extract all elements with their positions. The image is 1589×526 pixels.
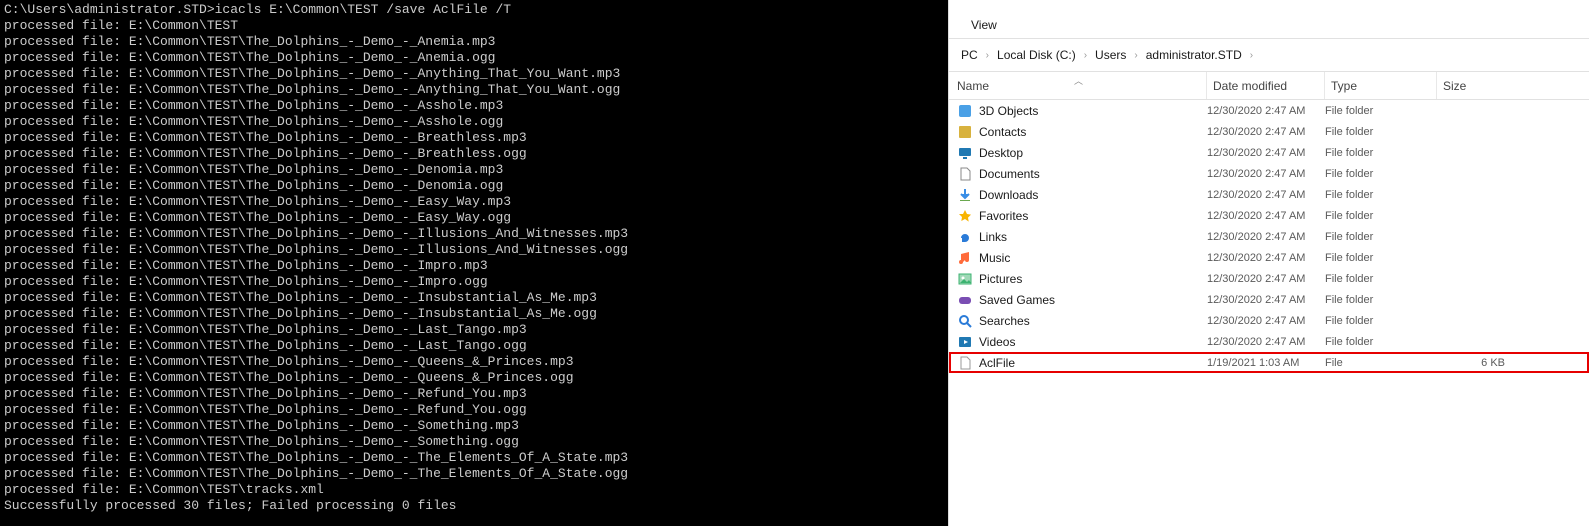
breadcrumb-item[interactable]: administrator.STD xyxy=(1142,44,1246,66)
file-name-label: Searches xyxy=(979,314,1030,328)
file-type-cell: File folder xyxy=(1325,126,1437,138)
file-type-cell: File folder xyxy=(1325,210,1437,222)
file-date-cell: 12/30/2020 2:47 AM xyxy=(1207,336,1325,348)
file-row[interactable]: Saved Games 12/30/2020 2:47 AMFile folder xyxy=(949,289,1589,310)
file-type-cell: File xyxy=(1325,357,1437,369)
chevron-right-icon: › xyxy=(1080,50,1091,61)
down-icon xyxy=(957,187,973,203)
file-type-cell: File folder xyxy=(1325,231,1437,243)
file-date-cell: 12/30/2020 2:47 AM xyxy=(1207,315,1325,327)
3d-icon xyxy=(957,103,973,119)
file-date-cell: 12/30/2020 2:47 AM xyxy=(1207,252,1325,264)
file-explorer: View PC›Local Disk (C:)›Users›administra… xyxy=(948,0,1589,526)
file-name-label: AclFile xyxy=(979,356,1015,370)
file-name-label: Music xyxy=(979,251,1010,265)
command-prompt[interactable]: C:\Users\administrator.STD>icacls E:\Com… xyxy=(0,0,948,526)
column-headers: ︿ Name Date modified Type Size xyxy=(949,72,1589,100)
file-name-cell: 3D Objects xyxy=(957,103,1207,119)
game-icon xyxy=(957,292,973,308)
file-name-label: Downloads xyxy=(979,188,1038,202)
file-date-cell: 12/30/2020 2:47 AM xyxy=(1207,105,1325,117)
file-date-cell: 12/30/2020 2:47 AM xyxy=(1207,126,1325,138)
file-type-cell: File folder xyxy=(1325,315,1437,327)
file-row[interactable]: Documents 12/30/2020 2:47 AMFile folder xyxy=(949,163,1589,184)
file-row[interactable]: Videos 12/30/2020 2:47 AMFile folder xyxy=(949,331,1589,352)
file-name-cell: Searches xyxy=(957,313,1207,329)
file-row[interactable]: Favorites 12/30/2020 2:47 AMFile folder xyxy=(949,205,1589,226)
file-name-cell: Favorites xyxy=(957,208,1207,224)
breadcrumb[interactable]: PC›Local Disk (C:)›Users›administrator.S… xyxy=(949,38,1589,72)
music-icon xyxy=(957,250,973,266)
file-type-cell: File folder xyxy=(1325,189,1437,201)
file-name-label: Favorites xyxy=(979,209,1028,223)
file-row[interactable]: Music 12/30/2020 2:47 AMFile folder xyxy=(949,247,1589,268)
file-type-cell: File folder xyxy=(1325,252,1437,264)
file-name-cell: Music xyxy=(957,250,1207,266)
file-row[interactable]: Desktop 12/30/2020 2:47 AMFile folder xyxy=(949,142,1589,163)
sort-arrow-icon: ︿ xyxy=(1074,74,1083,87)
file-list[interactable]: 3D Objects12/30/2020 2:47 AMFile folderC… xyxy=(949,100,1589,526)
file-name-cell: AclFile xyxy=(957,355,1207,371)
file-date-cell: 12/30/2020 2:47 AM xyxy=(1207,189,1325,201)
file-type-cell: File folder xyxy=(1325,336,1437,348)
file-name-cell: Saved Games xyxy=(957,292,1207,308)
file-row[interactable]: Contacts 12/30/2020 2:47 AMFile folder xyxy=(949,121,1589,142)
link-icon xyxy=(957,229,973,245)
column-header-type[interactable]: Type xyxy=(1325,72,1437,99)
column-header-date[interactable]: Date modified xyxy=(1207,72,1325,99)
search-icon xyxy=(957,313,973,329)
file-name-label: Saved Games xyxy=(979,293,1055,307)
breadcrumb-item[interactable]: Users xyxy=(1091,44,1130,66)
file-name-label: Videos xyxy=(979,335,1015,349)
file-name-label: Desktop xyxy=(979,146,1023,160)
ribbon-tab-view[interactable]: View xyxy=(961,12,1007,38)
file-date-cell: 12/30/2020 2:47 AM xyxy=(1207,168,1325,180)
file-name-cell: Contacts xyxy=(957,124,1207,140)
file-type-cell: File folder xyxy=(1325,294,1437,306)
file-row[interactable]: 3D Objects 12/30/2020 2:47 AMFile folder xyxy=(949,100,1589,121)
file-name-cell: Videos xyxy=(957,334,1207,350)
file-date-cell: 12/30/2020 2:47 AM xyxy=(1207,273,1325,285)
breadcrumb-item[interactable]: Local Disk (C:) xyxy=(993,44,1080,66)
contacts-icon xyxy=(957,124,973,140)
pic-icon xyxy=(957,271,973,287)
file-name-cell: Downloads xyxy=(957,187,1207,203)
file-row[interactable]: Downloads 12/30/2020 2:47 AMFile folder xyxy=(949,184,1589,205)
ribbon: View xyxy=(949,0,1589,38)
chevron-right-icon: › xyxy=(1246,50,1257,61)
doc-icon xyxy=(957,166,973,182)
file-icon xyxy=(957,355,973,371)
file-name-cell: Links xyxy=(957,229,1207,245)
file-row[interactable]: Links 12/30/2020 2:47 AMFile folder xyxy=(949,226,1589,247)
file-date-cell: 12/30/2020 2:47 AM xyxy=(1207,294,1325,306)
file-date-cell: 12/30/2020 2:47 AM xyxy=(1207,231,1325,243)
file-row[interactable]: Pictures 12/30/2020 2:47 AMFile folder xyxy=(949,268,1589,289)
file-type-cell: File folder xyxy=(1325,168,1437,180)
column-header-size[interactable]: Size xyxy=(1437,72,1523,99)
chevron-right-icon: › xyxy=(982,50,993,61)
breadcrumb-item[interactable]: PC xyxy=(957,44,982,66)
file-date-cell: 1/19/2021 1:03 AM xyxy=(1207,357,1325,369)
file-name-label: Pictures xyxy=(979,272,1022,286)
file-size-cell: 6 KB xyxy=(1437,357,1513,369)
file-name-cell: Desktop xyxy=(957,145,1207,161)
file-type-cell: File folder xyxy=(1325,147,1437,159)
file-name-label: Contacts xyxy=(979,125,1026,139)
file-name-label: 3D Objects xyxy=(979,104,1038,118)
star-icon xyxy=(957,208,973,224)
file-type-cell: File folder xyxy=(1325,105,1437,117)
file-name-cell: Pictures xyxy=(957,271,1207,287)
file-row[interactable]: Searches 12/30/2020 2:47 AMFile folder xyxy=(949,310,1589,331)
file-name-label: Links xyxy=(979,230,1007,244)
desktop-icon xyxy=(957,145,973,161)
file-name-cell: Documents xyxy=(957,166,1207,182)
file-row-highlighted[interactable]: AclFile 1/19/2021 1:03 AMFile6 KB xyxy=(949,352,1589,373)
file-date-cell: 12/30/2020 2:47 AM xyxy=(1207,210,1325,222)
file-name-label: Documents xyxy=(979,167,1040,181)
file-date-cell: 12/30/2020 2:47 AM xyxy=(1207,147,1325,159)
video-icon xyxy=(957,334,973,350)
chevron-right-icon: › xyxy=(1130,50,1141,61)
file-type-cell: File folder xyxy=(1325,273,1437,285)
